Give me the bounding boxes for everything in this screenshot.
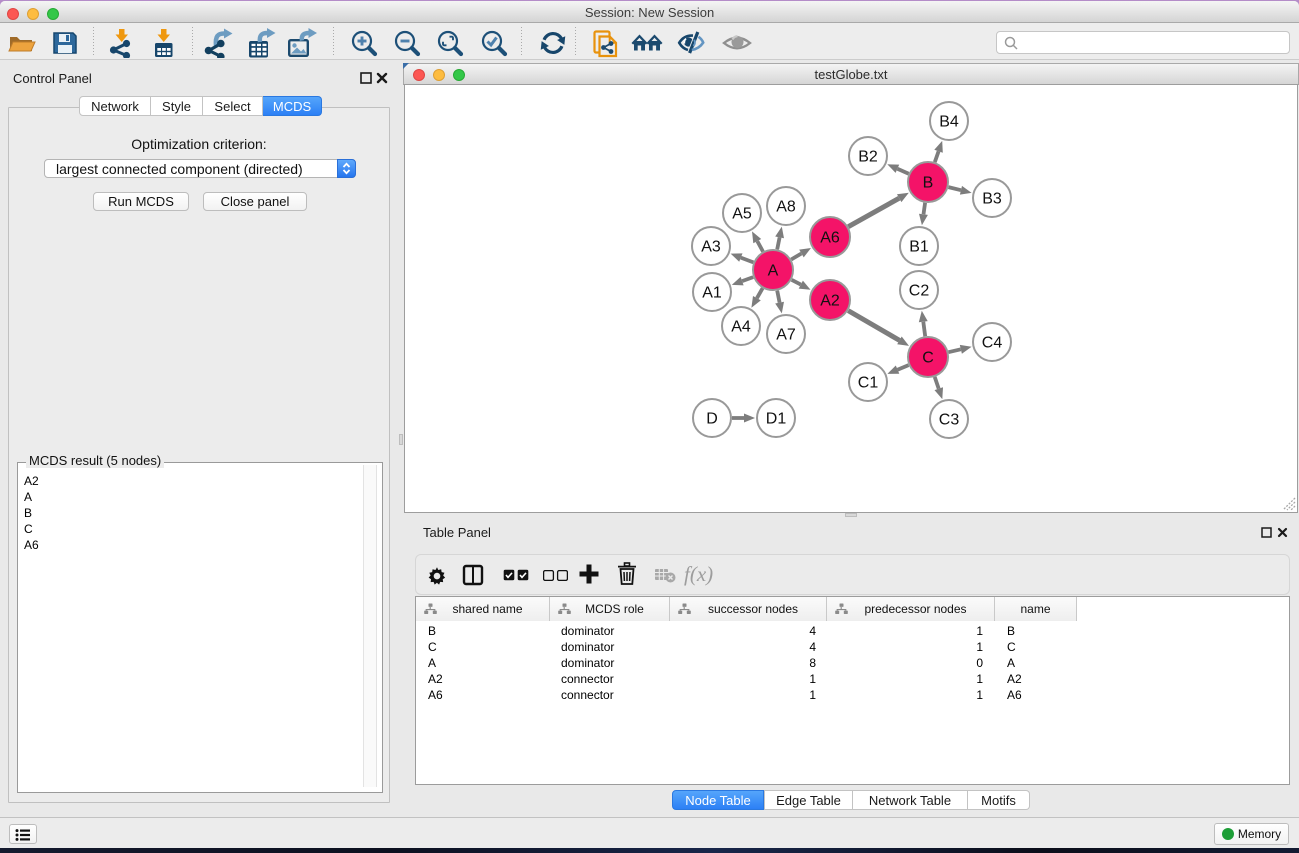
svg-text:A5: A5 [732, 206, 752, 223]
svg-text:C2: C2 [909, 283, 930, 300]
svg-text:C: C [922, 350, 934, 367]
svg-text:A6: A6 [820, 230, 840, 247]
svg-text:A: A [768, 263, 779, 280]
svg-text:A4: A4 [731, 319, 751, 336]
svg-text:D1: D1 [766, 411, 787, 428]
svg-text:A8: A8 [776, 199, 796, 216]
svg-text:B2: B2 [858, 149, 878, 166]
svg-text:C3: C3 [939, 412, 960, 429]
svg-text:B1: B1 [909, 239, 929, 256]
svg-text:B4: B4 [939, 114, 959, 131]
svg-text:A1: A1 [702, 285, 722, 302]
svg-text:B: B [923, 175, 934, 192]
svg-text:C1: C1 [858, 375, 879, 392]
svg-text:A7: A7 [776, 327, 796, 344]
svg-text:A3: A3 [701, 239, 721, 256]
svg-text:B3: B3 [982, 191, 1002, 208]
svg-text:D: D [706, 411, 718, 428]
svg-text:C4: C4 [982, 335, 1003, 352]
svg-text:A2: A2 [820, 293, 840, 310]
